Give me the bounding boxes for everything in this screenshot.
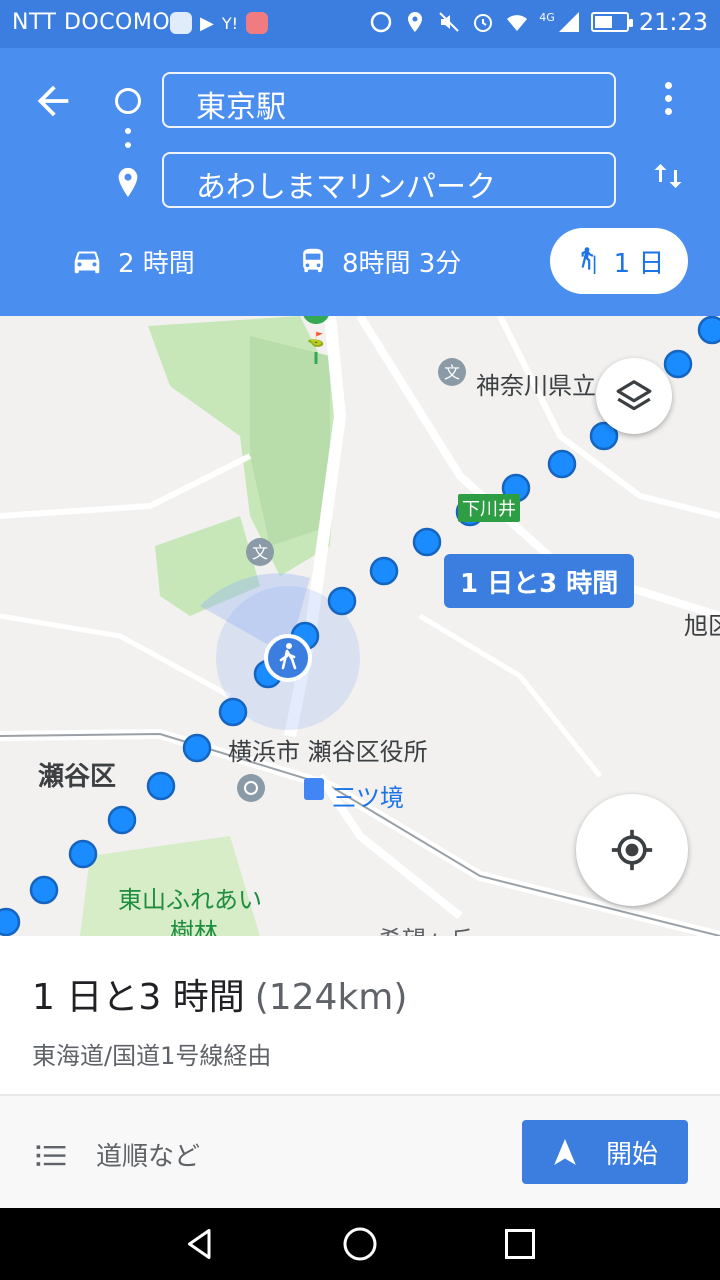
map-label-forest: 樹林 <box>170 918 218 936</box>
svg-text:⛳: ⛳ <box>307 331 324 348</box>
origin-field[interactable]: 東京駅 <box>162 72 616 128</box>
map-label-seya-ward: 瀬谷区 <box>38 762 117 792</box>
map-label-seya-office: 横浜市 瀬谷区役所 <box>228 738 428 766</box>
destination-pin-icon <box>118 167 138 197</box>
location-icon <box>408 12 423 32</box>
route-dot <box>547 449 577 479</box>
play-icon: ▶ <box>200 12 214 34</box>
signal-icon <box>558 12 579 32</box>
directions-header: 東京駅 あわしまマリンパーク 2 時間 8時間 3分 1 日 <box>0 48 720 316</box>
tab-transit[interactable]: 8時間 3分 <box>298 228 461 294</box>
alarm-icon <box>474 14 493 32</box>
bus-icon <box>303 248 323 273</box>
map-label-higashiyama: 東山ふれあい <box>118 886 262 914</box>
route-dot <box>107 805 137 835</box>
route-via: 東海道/国道1号線経由 <box>32 1042 272 1070</box>
route-dot <box>29 875 59 905</box>
route-dot <box>369 556 399 586</box>
route-dot <box>146 771 176 801</box>
driving-time: 2 時間 <box>118 248 195 279</box>
map-label-mitsukyo: 三ツ境 <box>332 784 404 812</box>
road <box>418 613 602 778</box>
route-duration: 1 日と3 時間 <box>32 977 245 1018</box>
walking-time: 1 日 <box>613 248 665 279</box>
destination-field[interactable]: あわしまマリンパーク <box>162 152 616 208</box>
carrier-name: NTT DOCOMO <box>12 10 171 35</box>
transit-time: 8時間 3分 <box>342 248 462 279</box>
map-view[interactable]: ⛳ 文 文 神奈川県立 下川井 旭区 横浜市 瀬谷区役所 瀬谷区 三ツ境 東山ふ… <box>0 316 720 936</box>
route-dot <box>68 839 98 869</box>
route-dot <box>412 527 442 557</box>
map-label-kanagawa: 神奈川県立 <box>476 372 596 400</box>
route-dot <box>218 697 248 727</box>
svg-text:文: 文 <box>252 543 268 562</box>
layers-icon <box>616 380 652 411</box>
school-poi-icon: 文 <box>246 538 274 566</box>
shopping-poi-icon <box>237 774 265 802</box>
map-label-asahi: 旭区 <box>684 612 720 640</box>
notification-icons: ▶ Y! <box>170 12 269 34</box>
tab-driving[interactable]: 2 時間 <box>70 228 195 294</box>
route-dot <box>697 316 720 345</box>
list-icon <box>36 1144 66 1166</box>
car-icon <box>74 251 100 274</box>
action-bar: 道順など 開始 <box>0 1096 720 1208</box>
route-dot <box>0 907 21 936</box>
hiking-icon <box>581 247 595 274</box>
route-dot <box>182 733 212 763</box>
start-button[interactable]: 開始 <box>522 1120 688 1184</box>
battery-icon <box>590 12 633 32</box>
route-dot <box>327 586 357 616</box>
navigation-arrow-icon <box>554 1139 576 1165</box>
data-saver-icon <box>371 11 392 33</box>
route-dot <box>663 349 693 379</box>
swap-icon[interactable] <box>650 156 686 196</box>
wifi-icon <box>507 15 528 31</box>
route-summary-sheet[interactable]: 1 日と3 時間 (124km) 東海道/国道1号線経由 道順など 開始 <box>0 936 720 1208</box>
route-distance: (124km) <box>254 977 408 1018</box>
start-label: 開始 <box>605 1139 658 1170</box>
layers-button[interactable] <box>596 358 672 434</box>
route-summary: 1 日と3 時間 (124km) <box>32 968 407 1020</box>
map-label-shimokawai: 下川井 <box>458 494 520 522</box>
yahoo-icon: Y! <box>221 13 239 33</box>
crosshair-icon <box>611 829 653 871</box>
nav-home-icon[interactable] <box>342 1226 378 1262</box>
origin-circle-icon <box>115 88 141 114</box>
more-options-icon[interactable] <box>660 82 676 120</box>
map-label-kibogaoka: 希望ヶ丘 <box>378 920 474 936</box>
my-location-button[interactable] <box>576 794 688 906</box>
network-type: 4G <box>539 10 555 24</box>
current-location-marker <box>264 634 312 682</box>
school-poi-icon: 文 <box>438 358 466 386</box>
status-bar: NTT DOCOMO ▶ Y! 4G 21:23 <box>0 0 720 48</box>
steps-label: 道順など <box>96 1142 201 1172</box>
mail-icon <box>246 12 269 34</box>
tab-walking[interactable]: 1 日 <box>550 228 688 294</box>
system-nav-bar <box>0 1208 720 1280</box>
road <box>0 613 232 699</box>
svg-text:文: 文 <box>444 363 460 382</box>
route-dots-icon <box>125 128 131 156</box>
station-icon <box>304 778 324 800</box>
road <box>0 453 252 519</box>
nav-recents-icon[interactable] <box>502 1226 538 1262</box>
clock: 21:23 <box>638 8 708 36</box>
line-icon <box>170 12 192 34</box>
nav-back-icon[interactable] <box>182 1226 218 1262</box>
mute-icon <box>439 12 460 32</box>
travel-mode-tabs: 2 時間 8時間 3分 1 日 <box>0 228 720 298</box>
back-arrow-icon[interactable] <box>30 78 76 124</box>
route-duration-callout[interactable]: 1 日と3 時間 <box>444 554 635 608</box>
system-icons: 4G 21:23 <box>369 8 708 36</box>
steps-button[interactable]: 道順など <box>36 1136 200 1173</box>
